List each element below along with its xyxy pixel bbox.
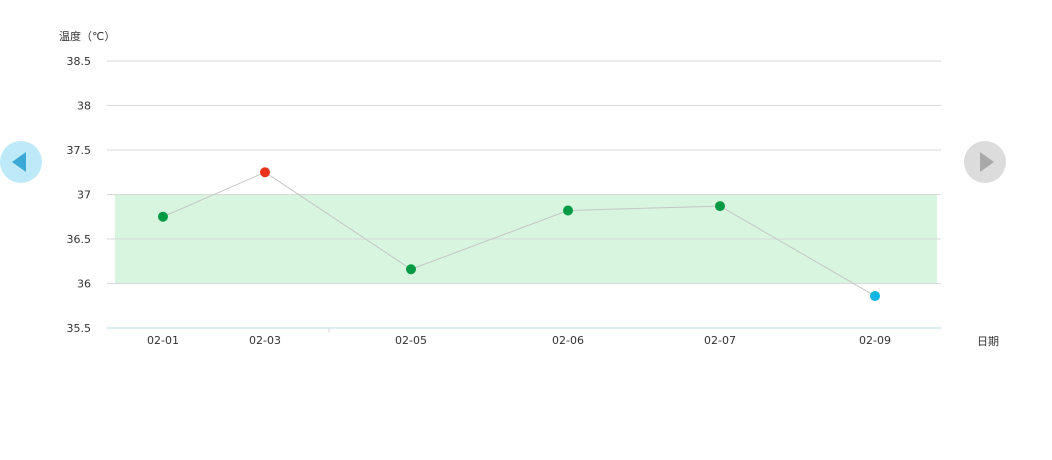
data-point xyxy=(158,211,168,222)
data-point xyxy=(563,205,573,216)
arrow-right-icon xyxy=(980,152,994,172)
data-point xyxy=(715,201,725,212)
y-axis-title: 温度（℃） xyxy=(59,29,115,43)
y-tick-label: 38.5 xyxy=(67,55,92,68)
y-tick-label: 36.5 xyxy=(67,233,92,246)
x-tick-label: 02-06 xyxy=(552,334,584,347)
x-tick-label: 02-05 xyxy=(395,334,427,347)
x-tick-labels: 02-01 02-03 02-05 02-06 02-07 02-09 xyxy=(147,334,891,347)
x-tick-label: 02-03 xyxy=(249,334,281,347)
temperature-chart: 38.53837.53736.53635.5 02-01 02-03 02-05 02… xyxy=(59,29,999,348)
x-axis-title: 日期 xyxy=(977,335,999,348)
y-tick-label: 38 xyxy=(77,100,91,113)
y-tick-label: 37 xyxy=(77,189,91,202)
x-tick-label: 02-09 xyxy=(859,334,891,347)
previous-page-button[interactable] xyxy=(0,141,42,183)
y-tick-label: 35.5 xyxy=(67,322,92,335)
y-tick-labels: 38.5 38 37.5 37 36.5 36 35.5 xyxy=(67,55,92,335)
data-point xyxy=(870,290,880,301)
data-point xyxy=(406,264,416,275)
y-tick-label: 36 xyxy=(77,278,91,291)
x-axis xyxy=(107,327,941,333)
y-tick-label: 37.5 xyxy=(67,144,92,157)
next-page-button[interactable] xyxy=(964,141,1006,183)
data-point xyxy=(260,167,270,178)
x-tick-label: 02-07 xyxy=(704,334,736,347)
x-tick-label: 02-01 xyxy=(147,334,179,347)
arrow-left-icon xyxy=(12,152,26,172)
